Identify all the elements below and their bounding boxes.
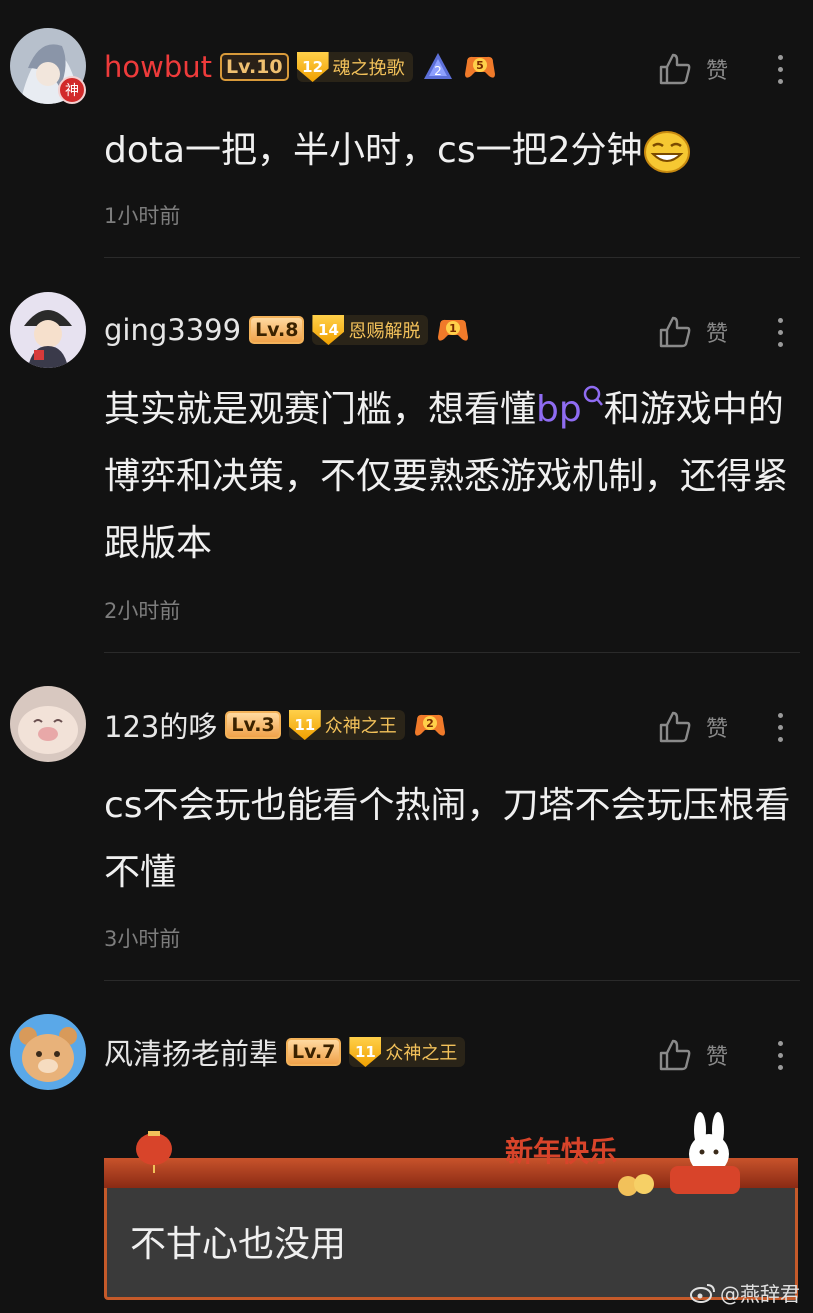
like-label: 赞: [706, 322, 729, 347]
username[interactable]: howbut: [104, 50, 212, 84]
thumbs-up-icon: [659, 711, 691, 743]
like-button[interactable]: 赞: [658, 1035, 728, 1075]
medal-number: 5: [476, 59, 484, 72]
comment-feed: 神 howbut Lv.10 12 魂之挽歌 2 5 赞 dota一把，半小时，…: [0, 0, 813, 1313]
grin-emoji-icon: [643, 131, 690, 173]
avatar[interactable]: [10, 1014, 86, 1090]
more-options-icon[interactable]: [768, 1035, 792, 1075]
fan-badge[interactable]: 12 魂之挽歌: [296, 52, 413, 82]
fan-badge-level: 14: [312, 315, 345, 345]
verified-badge: 神: [58, 76, 86, 104]
weibo-icon: [690, 1283, 715, 1303]
level-badge: Lv.10: [220, 53, 289, 81]
divider: [104, 652, 800, 653]
crystal-medal-icon: 2: [421, 52, 455, 82]
comment-header: 123的哆 Lv.3 11 众神之王 2: [104, 705, 447, 745]
comment-text: 其实就是观赛门槛，想看懂bp 和游戏中的博弈和决策，不仅要熟悉游戏机制，还得紧跟版…: [104, 376, 794, 577]
lantern-icon: [136, 1131, 172, 1173]
comment-text: 不甘心也没用: [130, 1224, 347, 1265]
watermark: @燕辞君: [690, 1278, 800, 1307]
fan-badge-level: 12: [296, 52, 329, 82]
comment-header: howbut Lv.10 12 魂之挽歌 2 5: [104, 47, 497, 87]
search-icon[interactable]: [582, 384, 604, 410]
comment-text: cs不会玩也能看个热闹，刀塔不会玩压根看不懂: [104, 785, 791, 893]
medal-number: 2: [434, 64, 442, 78]
timestamp: 3小时前: [104, 927, 181, 951]
like-label: 赞: [706, 717, 729, 742]
comment-text: dota一把，半小时，cs一把2分钟: [104, 117, 794, 184]
like-label: 赞: [706, 59, 729, 84]
username[interactable]: 风清扬老前辈: [104, 1031, 278, 1073]
comment-header: 风清扬老前辈 Lv.7 11 众神之王: [104, 1031, 466, 1073]
more-options-icon[interactable]: [768, 707, 792, 747]
like-button[interactable]: 赞: [658, 312, 728, 352]
controller-medal-icon: 2: [413, 710, 447, 740]
watermark-text: @燕辞君: [720, 1282, 800, 1306]
thumbs-up-icon: [659, 53, 691, 85]
fan-badge[interactable]: 14 恩赐解脱: [312, 315, 429, 345]
more-options-icon[interactable]: [768, 49, 792, 89]
like-button[interactable]: 赞: [658, 49, 728, 89]
fan-badge-label: 魂之挽歌: [332, 58, 405, 79]
username[interactable]: ging3399: [104, 313, 241, 347]
search-link[interactable]: bp: [536, 389, 582, 430]
like-button[interactable]: 赞: [658, 707, 728, 747]
fan-badge-level: 11: [288, 710, 321, 740]
avatar[interactable]: [10, 686, 86, 762]
card-header-text: 新年快乐: [505, 1135, 618, 1168]
medal-number: 2: [426, 717, 434, 730]
thumbs-up-icon: [659, 1039, 691, 1071]
medal-number: 1: [450, 322, 458, 335]
divider: [104, 980, 800, 981]
username[interactable]: 123的哆: [104, 704, 217, 746]
timestamp: 2小时前: [104, 599, 181, 623]
fan-badge-label: 众神之王: [324, 716, 397, 737]
level-badge: Lv.3: [225, 711, 281, 739]
fan-badge[interactable]: 11 众神之王: [349, 1037, 466, 1067]
controller-medal-icon: 1: [436, 315, 470, 345]
timestamp: 1小时前: [104, 204, 181, 228]
fan-badge-level: 11: [349, 1037, 382, 1067]
level-badge: Lv.8: [249, 316, 305, 344]
comment-header: ging3399 Lv.8 14 恩赐解脱 1: [104, 310, 470, 350]
avatar[interactable]: [10, 292, 86, 368]
controller-medal-icon: 5: [463, 52, 497, 82]
fan-badge[interactable]: 11 众神之王: [288, 710, 405, 740]
like-label: 赞: [706, 1045, 729, 1070]
thumbs-up-icon: [659, 316, 691, 348]
rabbit-decoration-icon: [618, 1112, 740, 1196]
divider: [104, 257, 800, 258]
fan-badge-label: 恩赐解脱: [348, 321, 421, 342]
more-options-icon[interactable]: [768, 312, 792, 352]
fan-badge-label: 众神之王: [385, 1043, 458, 1064]
level-badge: Lv.7: [286, 1038, 342, 1066]
